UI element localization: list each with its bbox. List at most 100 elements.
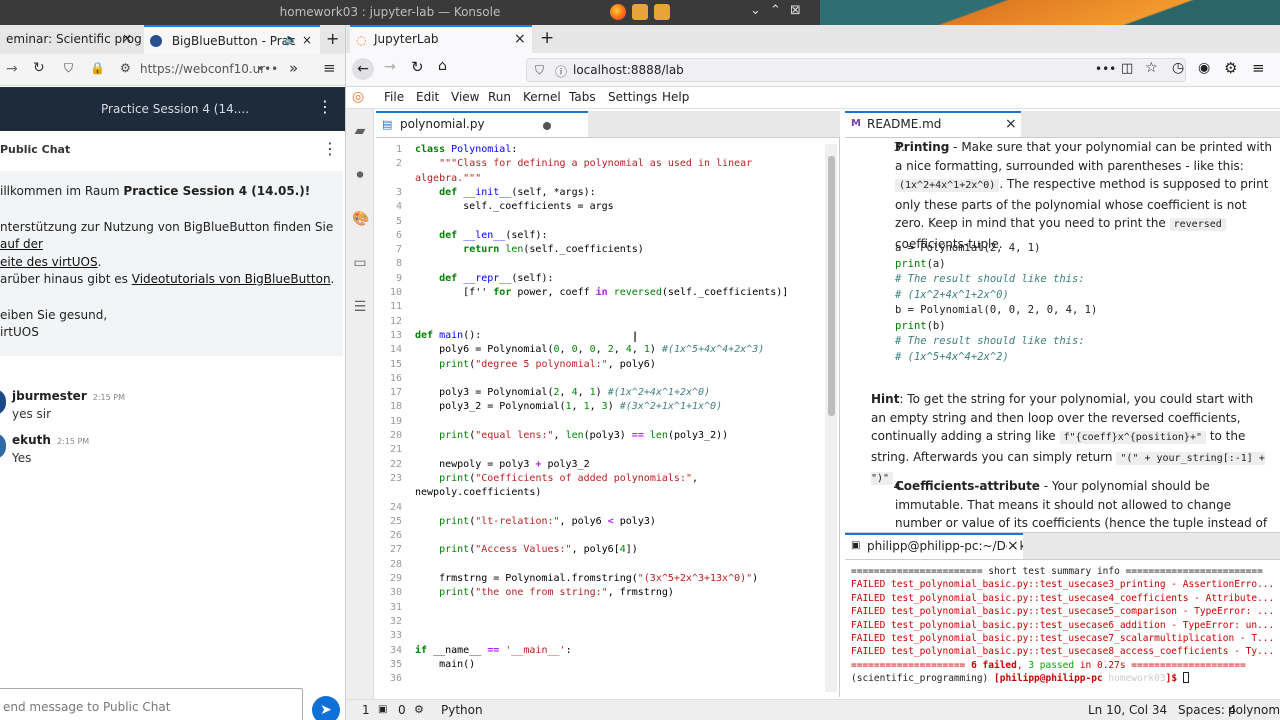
close-icon[interactable]: × xyxy=(302,33,312,47)
url-field[interactable]: https://webconf10.ur xyxy=(140,62,265,76)
speaker-icon[interactable]: 🔈 xyxy=(284,33,298,46)
send-button[interactable]: ➤ xyxy=(312,696,340,720)
close-icon[interactable]: × xyxy=(514,31,526,47)
terminals-count[interactable]: 1 xyxy=(362,703,370,717)
new-tab-button[interactable]: + xyxy=(540,28,554,48)
close-icon[interactable]: × xyxy=(1005,116,1017,132)
lock-icon[interactable]: 🔒 xyxy=(90,61,105,75)
chat-options-icon[interactable]: ⋮ xyxy=(322,139,338,158)
code-line[interactable]: if __name__ == '__main__': xyxy=(415,645,572,656)
palette-icon[interactable]: 🎨 xyxy=(352,211,369,227)
cursor-position[interactable]: Ln 10, Col 34 xyxy=(1088,703,1167,717)
tab-seminar[interactable]: eminar: Scientific prog × xyxy=(0,25,142,54)
running-stop-icon[interactable]: ⏺ xyxy=(352,167,368,183)
minimize-button[interactable]: ⌄ xyxy=(750,3,761,18)
back-icon[interactable]: ← xyxy=(352,58,374,80)
close-button[interactable]: ⊠ xyxy=(790,3,801,18)
terminal-line: FAILED test_polynomial_basic.py::test_us… xyxy=(851,579,1275,591)
home-icon[interactable]: ⌂ xyxy=(438,58,447,74)
code-line[interactable]: def __init__(self, *args): xyxy=(415,187,596,198)
info-icon[interactable]: ⓘ xyxy=(555,63,567,80)
menu-file[interactable]: File xyxy=(384,90,404,104)
code-line[interactable]: poly6 = Polynomial(0, 0, 0, 2, 4, 1) #(1… xyxy=(415,344,764,355)
screen-share-icon[interactable] xyxy=(654,4,670,20)
folder-icon[interactable]: ▰ xyxy=(352,123,368,139)
code-line[interactable]: print("degree 5 polynomial:", poly6) xyxy=(415,359,656,370)
help-link-continued[interactable]: eite des virtUOS xyxy=(0,255,98,269)
code-line[interactable]: print("Access Values:", poly6[4]) xyxy=(415,544,638,555)
code-line[interactable]: poly3_2 = Polynomial(1, 1, 3) #(3x^2+1x^… xyxy=(415,401,722,412)
editor-tab-polynomial[interactable]: ▤ polynomial.py xyxy=(376,111,588,137)
code-line[interactable]: main() xyxy=(415,659,475,670)
new-tab-button[interactable]: + xyxy=(326,29,339,48)
code-line[interactable]: return len(self._coefficients) xyxy=(415,244,644,255)
toc-list-icon[interactable]: ☰ xyxy=(352,299,368,315)
hamburger-menu-icon[interactable]: ≡ xyxy=(1252,59,1265,77)
file-language[interactable]: Python xyxy=(441,703,483,717)
unsaved-dot-icon[interactable] xyxy=(543,122,551,130)
code-line[interactable]: newpoly = poly3 + poly3_2 xyxy=(415,459,590,470)
video-tutorials-link[interactable]: Videotutorials von BigBlueButton xyxy=(132,272,331,286)
forward-icon[interactable]: → xyxy=(6,61,18,77)
code-line[interactable]: newpoly.coefficients) xyxy=(415,487,541,498)
menu-run[interactable]: Run xyxy=(488,90,511,104)
page-actions-icon[interactable]: ••• xyxy=(1095,62,1116,76)
forward-icon[interactable]: → xyxy=(384,59,396,75)
code-line[interactable]: def __repr__(self): xyxy=(415,273,553,284)
code-line[interactable]: """Class for defining a polynomial as us… xyxy=(415,158,752,169)
page-actions-icon[interactable]: ••• xyxy=(257,62,278,76)
menu-settings[interactable]: Settings xyxy=(608,90,657,104)
kernels-count[interactable]: 0 xyxy=(398,703,406,717)
tabs-icon[interactable]: ▭ xyxy=(352,255,368,271)
terminal-line: FAILED test_polynomial_basic.py::test_us… xyxy=(851,646,1275,658)
code-line[interactable]: print("equal lens:", len(poly3) == len(p… xyxy=(415,430,728,441)
hamburger-menu-icon[interactable]: ≡ xyxy=(323,59,336,77)
session-options-icon[interactable]: ⋮ xyxy=(317,97,333,116)
menu-tabs[interactable]: Tabs xyxy=(569,90,596,104)
code-line[interactable]: print("Coefficients of added polynomials… xyxy=(415,473,698,484)
code-line[interactable]: def __len__(self): xyxy=(415,230,547,241)
help-link[interactable]: auf der xyxy=(0,237,43,251)
bookmark-star-icon[interactable]: ☆ xyxy=(1145,60,1158,76)
history-icon[interactable]: ◷ xyxy=(1172,60,1184,76)
code-line[interactable]: class Polynomial: xyxy=(415,144,517,155)
permissions-icon[interactable]: ⚙ xyxy=(120,61,131,75)
account-icon[interactable]: ◉ xyxy=(1198,60,1210,76)
readme-tab[interactable]: M README.md × xyxy=(845,111,1021,137)
editor-scrollbar[interactable] xyxy=(825,144,837,692)
menu-help[interactable]: Help xyxy=(662,90,689,104)
chat-input[interactable]: end message to Public Chat xyxy=(0,688,303,720)
reload-icon[interactable]: ↻ xyxy=(33,60,45,76)
shield-icon[interactable]: ⛉ xyxy=(535,63,544,78)
code-line[interactable]: print("lt-relation:", poly6 < poly3) xyxy=(415,516,656,527)
menu-kernel[interactable]: Kernel xyxy=(523,90,561,104)
shield-icon[interactable]: ⛉ xyxy=(64,61,73,76)
code-editor[interactable]: 1 class Polynomial: 2 """Class for definin… xyxy=(376,144,822,694)
tab-jupyterlab[interactable]: ◌ JupyterLab × xyxy=(350,25,532,53)
tab-label: README.md xyxy=(867,117,942,131)
tab-bigbluebutton[interactable]: BigBlueButton - Prac 🔈 × xyxy=(144,25,320,54)
scrollbar-thumb[interactable] xyxy=(828,156,835,416)
maximize-button[interactable]: ⌃ xyxy=(770,3,781,18)
code-line[interactable]: def main(): xyxy=(415,330,481,341)
url-field[interactable]: ⛉ ⓘ localhost:8888/lab ••• ◫ ☆ xyxy=(526,58,1186,82)
code-line[interactable]: [f'' for power, coeff in reversed(self._… xyxy=(415,287,788,298)
close-icon[interactable]: × xyxy=(122,31,132,45)
overflow-icon[interactable]: » xyxy=(289,59,298,77)
pocket-icon[interactable]: ◫ xyxy=(1121,61,1133,76)
terminal-output[interactable]: ======================= short test summa… xyxy=(851,565,1280,701)
menu-view[interactable]: View xyxy=(451,90,479,104)
terminal-tab[interactable]: ▣ philipp@philipp-pc:~/Desktc × xyxy=(845,533,1023,559)
menu-edit[interactable]: Edit xyxy=(416,90,439,104)
code-line[interactable]: print("the one from string:", frmstrng) xyxy=(415,587,674,598)
code-line[interactable]: self._coefficients = args xyxy=(415,201,614,212)
code-line[interactable]: poly3 = Polynomial(2, 4, 1) #(1x^2+4x^1+… xyxy=(415,387,710,398)
firefox-icon[interactable] xyxy=(610,4,626,20)
extensions-gear-icon[interactable]: ⚙ xyxy=(1224,59,1237,77)
line-number: 14 xyxy=(389,344,402,356)
reload-icon[interactable]: ↻ xyxy=(411,58,424,76)
code-line[interactable]: algebra.""" xyxy=(415,173,481,184)
microphone-icon[interactable] xyxy=(632,4,648,20)
code-line[interactable]: frmstrng = Polynomial.fromstring("(3x^5+… xyxy=(415,573,758,584)
close-icon[interactable]: × xyxy=(1007,538,1019,554)
